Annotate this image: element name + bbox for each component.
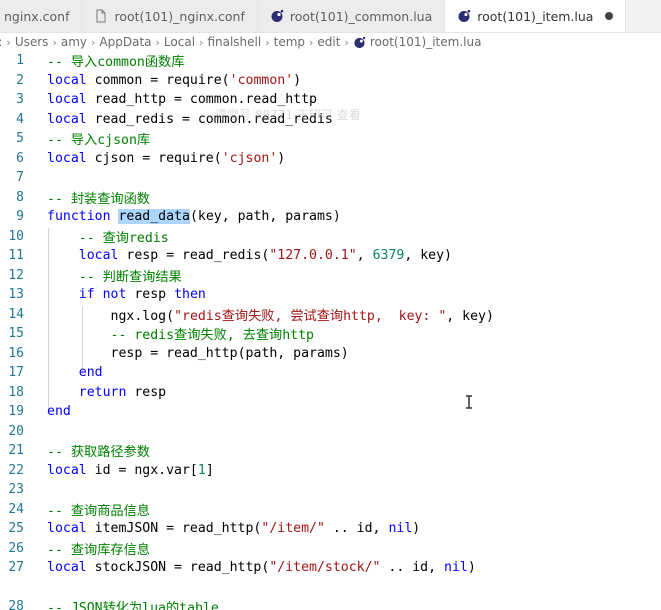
tab-label: root(101)_common.lua [289,8,433,24]
chevron-right-icon: › [344,35,349,49]
code-line[interactable]: local resp = read_redis("127.0.0.1", 637… [47,248,452,263]
line-number: 27 [8,560,24,576]
line-number: 13 [8,287,24,303]
breadcrumb-item[interactable]: Local [164,35,195,49]
breadcrumb-item[interactable]: finalshell [207,35,261,49]
code-editor[interactable]: 1 -- 导入common函数库 2 local common = require(… [0,51,661,610]
line-number: 22 [8,462,24,478]
line-number: 26 [8,540,24,556]
chevron-right-icon: › [265,35,270,49]
code-line[interactable]: -- JSON转化为lua的table [47,597,219,610]
breadcrumb-item[interactable]: edit [317,35,340,49]
line-number: 17 [8,365,24,381]
chevron-right-icon: › [91,35,96,49]
tab-root101-nginx-conf[interactable]: root(101)_nginx.conf [82,0,258,32]
chevron-right-icon: › [309,35,314,49]
tab-label: root(101)_nginx.conf [114,8,245,24]
code-line[interactable]: local cjson = require('cjson') [47,151,285,166]
code-line[interactable]: local itemJSON = read_http("/item/" .. i… [47,521,420,536]
code-line[interactable]: -- 导入common函数库 [47,51,184,70]
code-line[interactable]: -- 判断查询结果 [47,266,182,285]
chevron-right-icon: › [155,35,160,49]
line-number: 10 [8,228,24,244]
code-line[interactable]: function read_data(key, path, params) [47,209,341,225]
code-line[interactable]: local common = require('common') [47,73,301,88]
lua-icon [457,9,471,23]
line-number: 28 [8,599,24,610]
code-line[interactable]: -- redis查询失败, 去查询http [47,324,314,343]
line-number: 3 [16,92,24,108]
tab-label: root(101)_item.lua [477,8,594,24]
lua-icon [353,36,366,49]
breadcrumb: C: › Users › amy › AppData › Local › fin… [0,32,661,52]
line-number: 6 [16,150,24,166]
code-line[interactable]: end [47,404,71,419]
line-number: 24 [8,501,24,517]
code-line[interactable]: -- 封装查询函数 [47,188,150,207]
breadcrumb-item[interactable]: amy [61,35,87,49]
code-line[interactable]: local stockJSON = read_http("/item/stock… [47,560,476,575]
line-number: 9 [16,209,24,225]
tab-root101-common-lua[interactable]: root(101)_common.lua [257,0,446,32]
chevron-right-icon: › [52,35,57,49]
line-number: 18 [8,384,24,400]
breadcrumb-item[interactable]: C: [0,35,2,49]
line-number: 12 [8,267,24,283]
tab-root101-item-lua[interactable]: root(101)_item.lua [445,0,627,32]
code-line[interactable]: local read_http = common.read_http [47,92,317,107]
watermark: 课堂号 88771 王印可 查看 [215,108,361,122]
line-number: 21 [8,443,24,459]
line-number: 8 [16,189,24,205]
line-number: 4 [16,111,24,127]
breadcrumb-item[interactable]: AppData [99,35,151,49]
code-line[interactable]: resp = read_http(path, params) [47,346,349,361]
code-line[interactable]: -- 获取路径参数 [47,441,150,460]
code-line[interactable]: ngx.log("redis查询失败, 尝试查询http, key: ", ke… [47,305,494,324]
code-line[interactable]: if not resp then [47,287,206,302]
unsaved-dot-icon[interactable] [605,12,614,20]
file-icon [94,9,108,23]
code-line[interactable]: return resp [47,385,166,400]
tab-label: nginx.conf [4,8,70,24]
line-number: 23 [8,482,24,498]
line-number: 2 [16,72,24,88]
line-number: 19 [8,404,24,420]
breadcrumb-item[interactable]: temp [274,35,305,49]
breadcrumb-item[interactable]: root(101)_item.lua [370,35,482,49]
code-line[interactable]: -- 导入cjson库 [47,129,150,148]
text-cursor-icon [464,394,474,409]
line-number: 20 [8,423,24,439]
line-number: 11 [8,248,24,264]
code-line[interactable]: -- 查询redis [47,227,169,246]
selected-text: read_data [118,209,190,225]
code-line[interactable]: -- 查询库存信息 [47,539,150,558]
code-line[interactable]: end [47,365,103,380]
line-number: 5 [16,131,24,147]
tab-nginx-conf[interactable]: nginx.conf [0,0,83,32]
code-line[interactable]: -- 查询商品信息 [47,500,150,519]
line-number: 1 [16,53,24,69]
chevron-right-icon: › [6,35,11,49]
editor-tab-bar: nginx.conf root(101)_nginx.conf root(101… [0,0,661,33]
line-number: 14 [8,306,24,322]
line-number: 25 [8,521,24,537]
breadcrumb-item[interactable]: Users [15,35,49,49]
chevron-right-icon: › [199,35,204,49]
code-line[interactable]: local id = ngx.var[1] [47,463,214,478]
lua-icon [270,9,284,23]
line-number: 7 [16,170,24,186]
line-number: 15 [8,326,24,342]
line-number: 16 [8,345,24,361]
